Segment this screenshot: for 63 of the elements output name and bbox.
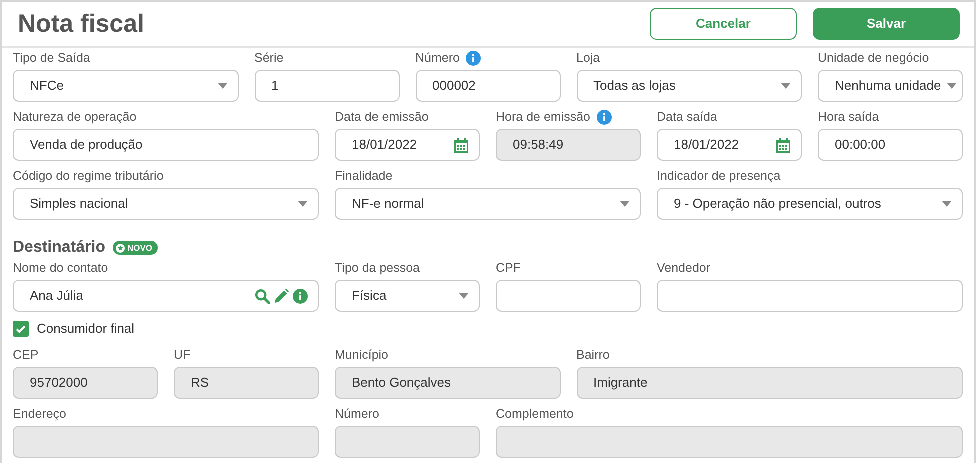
field-label: Data saída	[657, 109, 718, 126]
field-label: Vendedor	[657, 260, 711, 278]
input-field[interactable]	[496, 280, 641, 312]
field-label: Natureza de operação	[13, 109, 137, 126]
field-label: Unidade de negócio	[818, 50, 930, 68]
caret-icon	[942, 201, 952, 207]
dropdown[interactable]: Simples nacional	[13, 188, 319, 220]
input-field[interactable]: 000002	[416, 70, 560, 102]
field-label: Hora de emissão	[496, 109, 590, 126]
field-label: Endereço	[13, 406, 67, 423]
checkbox-label: Consumidor final	[37, 320, 135, 338]
input-field[interactable]: Ana Júlia	[13, 280, 319, 312]
field-label: Complemento	[496, 406, 574, 423]
input-field: 09:58:49	[496, 129, 641, 161]
field-label: Indicador de presença	[657, 168, 781, 186]
field-label: Finalidade	[335, 168, 393, 186]
field-label: Tipo da pessoa	[335, 260, 420, 278]
input-field: 95702000	[13, 366, 158, 398]
input-field: RS	[174, 366, 319, 398]
caret-icon	[298, 201, 308, 207]
input-field: Bento Gonçalves	[335, 366, 560, 398]
date-field[interactable]: 18/01/2022	[657, 129, 802, 161]
caret-icon	[620, 201, 630, 207]
input-field[interactable]: Venda de produção	[13, 129, 319, 161]
field-label: Número	[416, 50, 460, 68]
dropdown[interactable]: Física	[335, 280, 480, 312]
new-badge: NOVO	[113, 240, 158, 256]
field-label: CPF	[496, 260, 521, 278]
page-title: Nota fiscal	[18, 9, 144, 39]
field-label: Loja	[576, 50, 600, 68]
dropdown[interactable]: NFCe	[13, 70, 238, 102]
star-icon	[116, 244, 126, 252]
dropdown[interactable]: Todas as lojas	[576, 70, 802, 102]
dropdown[interactable]: 9 - Operação não presencial, outros	[657, 188, 963, 220]
dropdown[interactable]: NF-e normal	[335, 188, 641, 220]
section-title: Destinatário	[13, 238, 106, 258]
search-icon[interactable]	[255, 288, 270, 304]
date-field[interactable]: 18/01/2022	[335, 129, 480, 161]
field-label: Código do regime tributário	[13, 168, 164, 186]
dropdown[interactable]: Nenhuma unidade	[818, 70, 963, 102]
field-label: Bairro	[576, 346, 610, 364]
field-label: Tipo de Saída	[13, 50, 90, 68]
field-label: Município	[335, 346, 388, 364]
caret-icon	[947, 83, 958, 89]
field-label: Data de emissão	[335, 109, 429, 126]
calendar-icon[interactable]	[454, 138, 469, 152]
field-label: Série	[254, 50, 284, 68]
calendar-icon[interactable]	[776, 138, 791, 152]
field-label: Hora saída	[818, 109, 880, 126]
input-field[interactable]: 00:00:00	[818, 129, 963, 161]
pencil-icon[interactable]	[274, 288, 289, 304]
caret-icon	[218, 83, 228, 89]
input-field[interactable]	[657, 280, 963, 312]
info-icon	[293, 288, 308, 304]
field-label: CEP	[13, 346, 39, 364]
input-field[interactable]: 1	[254, 70, 400, 102]
field-label: UF	[174, 346, 191, 364]
checkbox[interactable]	[13, 320, 29, 337]
input-field: Imigrante	[576, 366, 963, 398]
caret-icon	[781, 83, 791, 89]
field-label: Número	[335, 406, 380, 423]
caret-icon	[459, 293, 469, 299]
field-label: Nome do contato	[13, 260, 108, 278]
